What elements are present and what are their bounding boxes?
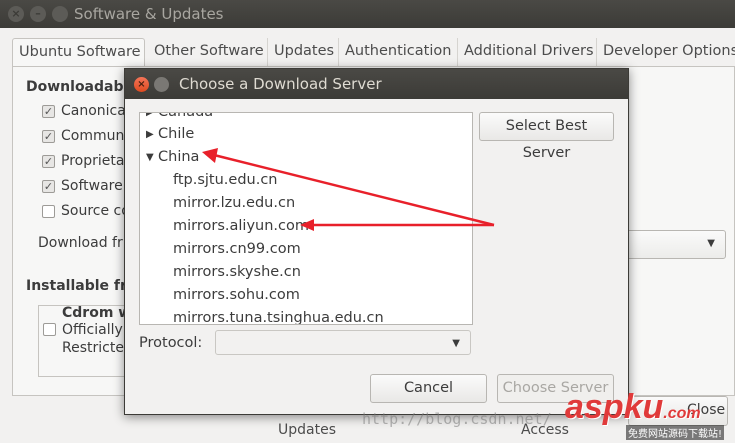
select-best-server-button[interactable]: Select Best Server xyxy=(479,112,614,161)
protocol-label: Protocol: xyxy=(139,335,203,351)
cdrom-line-2: Restricte xyxy=(62,340,124,356)
option-label-1: Canonica xyxy=(61,103,126,119)
option-label-4: Software xyxy=(61,178,123,194)
window-title: Software & Updates xyxy=(74,5,224,23)
list-item-server[interactable]: ftp.sjtu.edu.cn xyxy=(140,172,470,195)
tab-ubuntu-software[interactable]: Ubuntu Software xyxy=(12,38,145,67)
list-item-country[interactable]: ▶ Canada xyxy=(140,113,470,127)
list-item-country[interactable]: ▶ Chile xyxy=(140,126,470,149)
tab-bar: Ubuntu Software Other Software Updates A… xyxy=(12,38,735,67)
dialog-titlebar: × Choose a Download Server xyxy=(125,69,628,99)
dialog-close-icon[interactable]: × xyxy=(134,77,149,92)
option-checkbox-3[interactable]: ✓ xyxy=(42,155,55,168)
expand-arrow-icon[interactable]: ▶ xyxy=(146,129,154,140)
dialog-title: Choose a Download Server xyxy=(179,75,382,93)
cdrom-checkbox[interactable] xyxy=(43,323,56,336)
section-downloadable-heading: Downloadable xyxy=(26,79,138,95)
blog-watermark: http://blog.csdn.net/ xyxy=(362,410,552,428)
aspku-logo-subtitle: 免费网站源码下载站! xyxy=(626,425,725,440)
option-checkbox-4[interactable]: ✓ xyxy=(42,180,55,193)
aspku-logo: aspku.com xyxy=(565,388,701,426)
server-list[interactable]: ▶ Canada ▶ Chile ▼ China ftp.sjtu.edu.cn… xyxy=(139,112,473,325)
option-checkbox-1[interactable]: ✓ xyxy=(42,105,55,118)
list-item-server[interactable]: mirrors.cn99.com xyxy=(140,241,470,264)
chevron-down-icon: ▼ xyxy=(452,338,460,349)
close-window-icon[interactable]: × xyxy=(8,6,24,22)
option-checkbox-5[interactable] xyxy=(42,205,55,218)
tab-developer-options[interactable]: Developer Options xyxy=(597,38,735,67)
protocol-select[interactable]: ▼ xyxy=(215,330,471,355)
collapse-arrow-icon[interactable]: ▼ xyxy=(146,152,154,163)
list-item-server[interactable]: mirror.lzu.edu.cn xyxy=(140,195,470,218)
option-label-5: Source co xyxy=(61,203,130,219)
option-label-3: Proprieta xyxy=(61,153,125,169)
list-item-server[interactable]: mirrors.aliyun.com xyxy=(140,218,470,241)
cdrom-title: Cdrom w xyxy=(62,305,132,321)
tab-additional-drivers[interactable]: Additional Drivers xyxy=(458,38,597,67)
option-label-2: Commun xyxy=(61,128,125,144)
bottom-updates-label: Updates xyxy=(278,422,336,438)
option-checkbox-2[interactable]: ✓ xyxy=(42,130,55,143)
tab-other-software[interactable]: Other Software xyxy=(148,38,268,67)
section-installable-heading: Installable fro xyxy=(26,278,137,294)
tab-updates[interactable]: Updates xyxy=(268,38,339,67)
maximize-window-icon[interactable] xyxy=(52,6,68,22)
list-item-country[interactable]: ▼ China xyxy=(140,149,470,172)
list-item-server[interactable]: mirrors.sohu.com xyxy=(140,287,470,310)
cancel-button[interactable]: Cancel xyxy=(370,374,487,403)
cdrom-line-1: Officially xyxy=(62,322,123,338)
tab-authentication[interactable]: Authentication xyxy=(339,38,458,67)
list-item-server[interactable]: mirrors.skyshe.cn xyxy=(140,264,470,287)
download-server-dialog: × Choose a Download Server ▶ Canada ▶ Ch… xyxy=(124,68,629,415)
expand-arrow-icon[interactable]: ▶ xyxy=(146,113,154,118)
download-from-label: Download fr xyxy=(38,235,123,251)
minimize-window-icon[interactable]: – xyxy=(30,6,46,22)
chevron-down-icon: ▼ xyxy=(707,238,715,249)
download-from-combo[interactable]: ▼ xyxy=(625,230,726,259)
main-titlebar: × – Software & Updates xyxy=(0,0,735,28)
dialog-minimize-icon[interactable] xyxy=(154,77,169,92)
list-item-server[interactable]: mirrors.tuna.tsinghua.edu.cn xyxy=(140,310,470,324)
